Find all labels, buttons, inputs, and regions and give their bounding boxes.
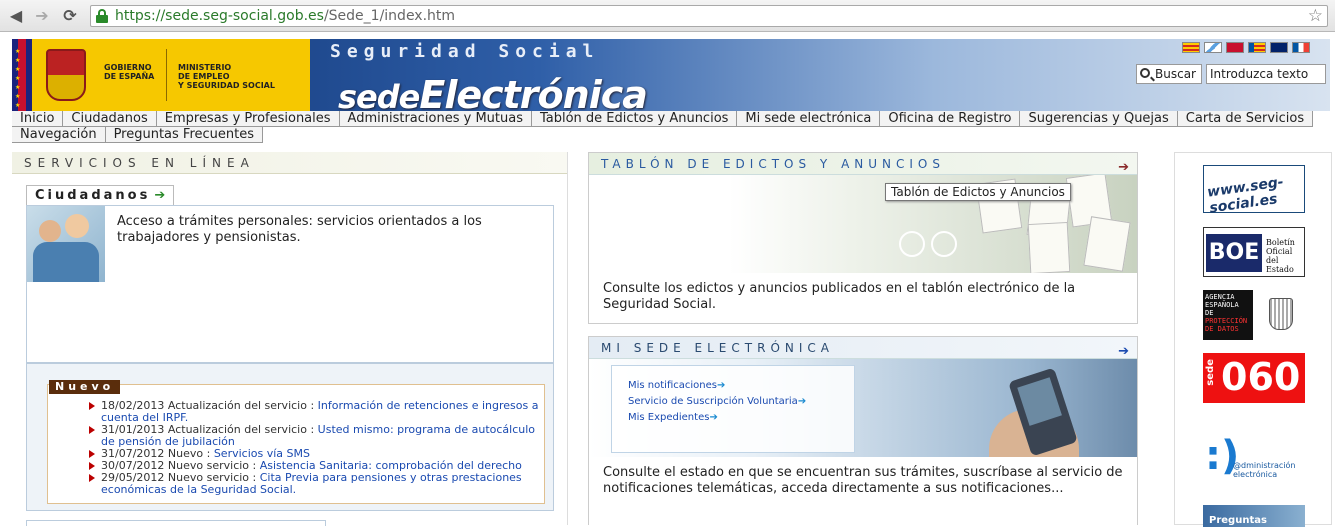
menu-item-sugerencias-y-quejas[interactable]: Sugerencias y Quejas: [1020, 111, 1178, 127]
administracion-electronica-logo[interactable]: :) @dministración electrónica: [1203, 431, 1305, 487]
menu-item-administraciones-y-mutuas[interactable]: Administraciones y Mutuas: [339, 111, 532, 127]
news-box: Nuevo 18/02/2013 Actualización del servi…: [26, 363, 554, 511]
misede-box: MI SEDE ELECTRÓNICA ➔ Mis notificaciones➔…: [588, 336, 1138, 525]
next-section-stub: [26, 520, 326, 526]
menu-item-inicio[interactable]: Inicio: [12, 111, 64, 127]
coat-of-arms-icon: [46, 49, 86, 101]
main-menu: Inicio Ciudadanos Empresas y Profesionales…: [12, 111, 1330, 145]
services-panel: SERVICIOS EN LÍNEA Ciudadanos ➔ Acceso a …: [12, 152, 568, 526]
language-flags: [1182, 42, 1310, 53]
lock-icon: [96, 9, 108, 23]
flag-french-icon[interactable]: [1292, 42, 1310, 53]
menu-row-1: Inicio Ciudadanos Empresas y Profesionales…: [12, 111, 1314, 127]
flag-catalan-icon[interactable]: [1182, 42, 1200, 53]
site-header: ★ ★ ★ ★ ★ ★ ★ GOBIERNO DE ESPAÑA MINISTERIO DE E…: [12, 39, 1330, 117]
misede-heading[interactable]: MI SEDE ELECTRÓNICA ➔: [589, 337, 1137, 359]
arrow-right-icon: ➔: [154, 188, 166, 203]
flag-galician-icon[interactable]: [1204, 42, 1222, 53]
government-logo[interactable]: ★ ★ ★ ★ ★ ★ ★ GOBIERNO DE ESPAÑA MINISTERIO DE E…: [12, 39, 310, 111]
misede-description: Consulte el estado en que se encuentran …: [603, 465, 1123, 496]
forward-icon[interactable]: ➔: [32, 6, 52, 26]
misede-link[interactable]: Mis Expedientes➔: [628, 410, 854, 426]
sede-060-logo[interactable]: sede 060: [1203, 353, 1305, 403]
download-icon: [931, 231, 957, 257]
tablon-heading[interactable]: TABLÓN DE EDICTOS Y ANUNCIOS ➔: [589, 153, 1137, 175]
links-sidebar: www.seg-social.es BOE Boletín Oficial del…: [1174, 152, 1332, 527]
tab-ciudadanos[interactable]: Ciudadanos ➔: [26, 185, 175, 205]
site-title-top: Seguridad Social: [330, 41, 600, 62]
gov-name: GOBIERNO DE ESPAÑA: [104, 63, 155, 81]
family-photo: [27, 206, 105, 282]
ciudadanos-box: Acceso a trámites personales: servicios …: [26, 205, 554, 363]
tablon-description: Consulte los edictos y anuncios publicad…: [603, 281, 1076, 312]
download-icon: [899, 231, 925, 257]
ministry-name: MINISTERIO DE EMPLEO Y SEGURIDAD SOCIAL: [178, 63, 275, 90]
preguntas-frecuentes-banner[interactable]: Preguntas: [1203, 505, 1305, 527]
reload-icon[interactable]: ⟳: [60, 6, 80, 26]
services-heading: SERVICIOS EN LÍNEA: [12, 152, 567, 174]
search-button[interactable]: Buscar: [1136, 64, 1202, 84]
search-icon: [1140, 68, 1150, 78]
coat-of-arms-icon: [1269, 298, 1293, 330]
tooltip: Tablón de Edictos y Anuncios: [885, 183, 1071, 201]
menu-item-preguntas-frecuentes[interactable]: Preguntas Frecuentes: [105, 127, 264, 143]
search-input[interactable]: Introduzca texto: [1206, 64, 1326, 84]
menu-row-2: Navegación Preguntas Frecuentes: [12, 127, 264, 143]
arrow-right-icon: ➔: [709, 412, 718, 423]
news-item: 18/02/2013 Actualización del servicio : …: [87, 400, 547, 424]
menu-item-navegación[interactable]: Navegación: [12, 127, 106, 143]
bookmark-star-icon[interactable]: ☆: [1308, 6, 1323, 26]
url-text: https://sede.seg-social.gob.es/Sede_1/in…: [115, 8, 456, 24]
boe-logo[interactable]: BOE Boletín Oficial del Estado: [1203, 227, 1305, 277]
browser-toolbar: ◀ ➔ ⟳ https://sede.seg-social.gob.es/Sed…: [0, 0, 1335, 32]
menu-item-carta-de-servicios[interactable]: Carta de Servicios: [1177, 111, 1314, 127]
aepd-logo[interactable]: AGENCIA ESPAÑOLA DE PROTECCIÓN DE DATOS: [1203, 290, 1305, 340]
menu-item-mi-sede-electrónica[interactable]: Mi sede electrónica: [737, 111, 881, 127]
tablon-box: TABLÓN DE EDICTOS Y ANUNCIOS ➔ Tablón de …: [588, 152, 1138, 324]
news-list: 18/02/2013 Actualización del servicio : …: [87, 400, 547, 496]
misede-link[interactable]: Mis notificaciones➔: [628, 378, 854, 394]
menu-item-empresas-y-profesionales[interactable]: Empresas y Profesionales: [156, 111, 340, 127]
logo-divider: [166, 49, 167, 101]
address-bar[interactable]: https://sede.seg-social.gob.es/Sede_1/in…: [90, 5, 1328, 27]
arrow-right-icon: ➔: [716, 380, 726, 391]
eu-stars-icon: ★ ★ ★ ★ ★ ★ ★: [15, 48, 21, 109]
center-column: TABLÓN DE EDICTOS Y ANUNCIOS ➔ Tablón de …: [588, 152, 1138, 525]
seg-social-logo[interactable]: www.seg-social.es: [1203, 165, 1305, 217]
menu-item-tablón-de-edictos-y-anuncios[interactable]: Tablón de Edictos y Anuncios: [531, 111, 738, 127]
news-item: 31/01/2013 Actualización del servicio : …: [87, 424, 547, 448]
menu-item-oficina-de-registro[interactable]: Oficina de Registro: [880, 111, 1021, 127]
menu-item-ciudadanos[interactable]: Ciudadanos: [63, 111, 157, 127]
back-icon[interactable]: ◀: [6, 6, 26, 26]
nuevo-badge: Nuevo: [49, 380, 121, 394]
misede-image: Mis notificaciones➔ Servicio de Suscripci…: [589, 359, 1137, 457]
ciudadanos-description: Acceso a trámites personales: servicios …: [117, 214, 482, 245]
flag-valencian-icon[interactable]: [1248, 42, 1266, 53]
news-item: 29/05/2012 Nuevo servicio : Cita Previa …: [87, 472, 547, 496]
arrow-right-icon: ➔: [797, 396, 807, 407]
flag-basque-icon[interactable]: [1226, 42, 1244, 53]
misede-links: Mis notificaciones➔ Servicio de Suscripci…: [611, 365, 855, 453]
misede-link[interactable]: Servicio de Suscripción Voluntaria➔: [628, 394, 854, 410]
flag-english-icon[interactable]: [1270, 42, 1288, 53]
